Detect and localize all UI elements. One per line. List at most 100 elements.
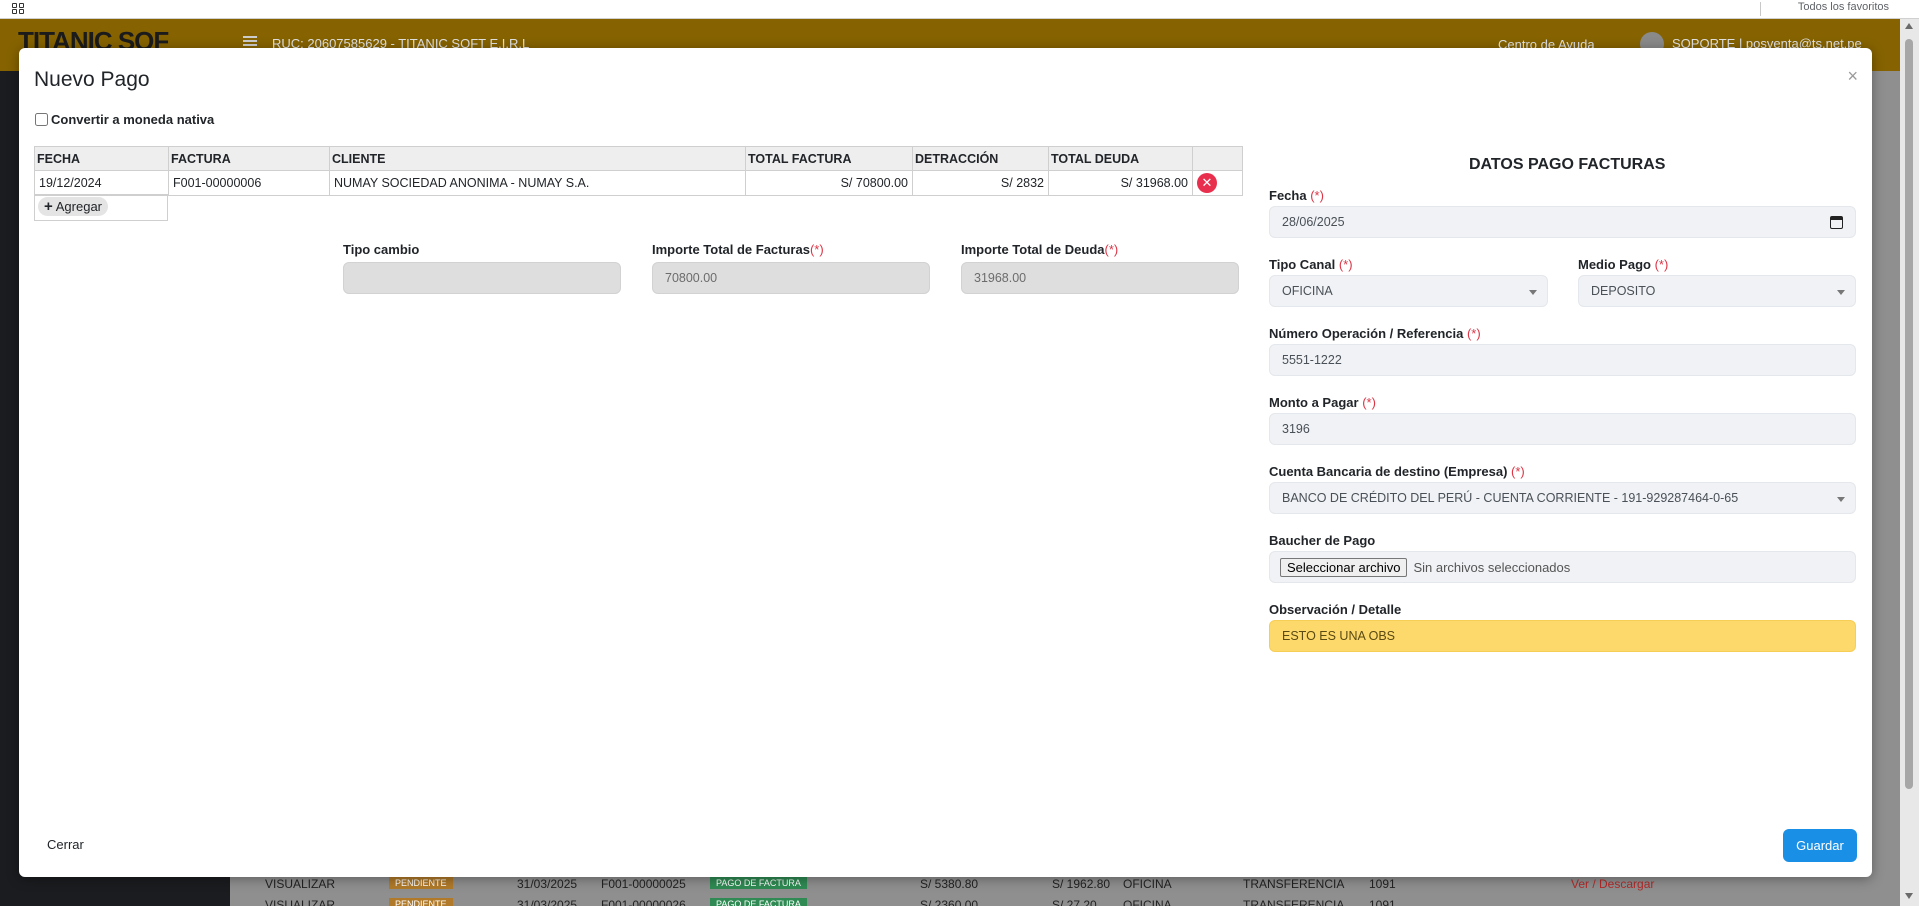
apps-grid-icon[interactable] [12,3,26,15]
calendar-icon[interactable] [1830,216,1843,229]
row-numero: 1091 [1369,877,1396,891]
type-badge: PAGO DE FACTURA [710,898,807,906]
new-payment-modal: Nuevo Pago × Convertir a moneda nativa F… [19,48,1872,877]
required-marker: (*) [1338,257,1353,272]
importe-facturas-label-text: Importe Total de Facturas [652,242,810,257]
col-fecha: FECHA [34,146,169,171]
required-marker: (*) [1310,188,1324,203]
remove-row-icon[interactable]: ✕ [1197,173,1217,193]
importe-facturas-field[interactable]: 70800.00 [652,262,930,294]
row-total: S/ 2360.00 [920,898,979,906]
numero-operacion-label: Número Operación / Referencia (*) [1269,326,1481,341]
row-fecha: 31/03/2025 [517,877,578,891]
baucher-label: Baucher de Pago [1269,533,1376,548]
modal-title: Nuevo Pago [34,68,150,91]
observacion-label: Observación / Detalle [1269,602,1402,617]
add-invoice-button[interactable]: + Agregar [38,197,109,216]
hamburger-menu-icon[interactable] [243,36,257,46]
tipo-canal-value: OFICINA [1282,284,1333,298]
tipo-cambio-label-text: Tipo cambio [343,242,420,257]
observacion-input[interactable]: ESTO ES UNA OBS [1269,620,1856,652]
row-total: S/ 5380.80 [920,877,979,891]
col-total-deuda: TOTAL DEUDA [1048,146,1193,171]
importe-deuda-label-text: Importe Total de Deuda [961,242,1105,257]
row-canal: OFICINA [1123,877,1172,891]
row-numero: 1091 [1369,898,1396,906]
medio-pago-value: DEPOSITO [1591,284,1656,298]
table-header-row: FECHA FACTURA CLIENTE TOTAL FACTURA DETR… [34,146,1243,171]
cuenta-select[interactable]: BANCO DE CRÉDITO DEL PERÚ - CUENTA CORRI… [1269,482,1856,514]
required-marker: (*) [809,242,824,257]
required-marker: (*) [1362,395,1376,410]
importe-deuda-label: Importe Total de Deuda(*) [961,242,1118,257]
cell-factura: F001-00000006 [168,170,330,196]
row-action-select[interactable]: VISUALIZAR [265,898,335,906]
baucher-file-input[interactable]: Seleccionar archivo Sin archivos selecci… [1269,551,1856,583]
chevron-down-icon [1529,290,1537,295]
medio-pago-label: Medio Pago (*) [1578,257,1668,272]
chevron-down-icon [1837,290,1845,295]
row-canal: OFICINA [1123,898,1172,906]
cell-cliente: NUMAY SOCIEDAD ANONIMA - NUMAY S.A. [329,170,746,196]
monto-input[interactable]: 3196 [1269,413,1856,445]
fecha-value: 28/06/2025 [1282,215,1345,229]
numero-operacion-label-text: Número Operación / Referencia [1269,326,1464,341]
fecha-label-text: Fecha [1269,188,1307,203]
col-actions [1192,146,1243,171]
table-row: VISUALIZAR PENDIENTE 31/03/2025 F001-000… [255,895,1695,906]
required-marker: (*) [1466,326,1481,341]
save-button[interactable]: Guardar [1783,829,1857,862]
invoices-table: FECHA FACTURA CLIENTE TOTAL FACTURA DETR… [34,146,1243,196]
row-fecha: 31/03/2025 [517,898,578,906]
col-cliente: CLIENTE [329,146,746,171]
row-medio: TRANSFERENCIA [1243,877,1345,891]
col-detraccion: DETRACCIÓN [912,146,1049,171]
importe-deuda-value: 31968.00 [974,271,1027,285]
native-currency-checkbox[interactable] [35,113,48,126]
medio-pago-select[interactable]: DEPOSITO [1578,275,1856,307]
status-badge: PENDIENTE [389,877,453,889]
tipo-canal-select[interactable]: OFICINA [1269,275,1548,307]
row-factura: F001-00000026 [601,898,686,906]
fecha-input[interactable]: 28/06/2025 [1269,206,1856,238]
scroll-down-arrow-icon[interactable] [1905,893,1913,899]
table-row: 19/12/2024 F001-00000006 NUMAY SOCIEDAD … [34,170,1243,196]
numero-operacion-input[interactable]: 5551-1222 [1269,344,1856,376]
importe-facturas-value: 70800.00 [665,271,718,285]
add-row-cell: + Agregar [34,194,168,221]
cell-total-factura: S/ 70800.00 [745,170,913,196]
cell-fecha: 19/12/2024 [34,170,169,196]
close-icon[interactable]: × [1847,66,1858,87]
medio-pago-label-text: Medio Pago [1578,257,1651,272]
scroll-thumb[interactable] [1905,39,1913,789]
required-marker: (*) [1654,257,1669,272]
row-detraccion: S/ 1962.80 [1052,877,1111,891]
type-badge: PAGO DE FACTURA [710,877,807,889]
row-detraccion: S/ 27.20 [1052,898,1097,906]
tipo-cambio-field[interactable] [343,262,621,294]
native-currency-checkbox-label[interactable]: Convertir a moneda nativa [35,112,214,127]
cuenta-label: Cuenta Bancaria de destino (Empresa) (*) [1269,464,1525,479]
monto-label: Monto a Pagar (*) [1269,395,1376,410]
cancel-button[interactable]: Cerrar [47,837,84,852]
choose-file-button[interactable]: Seleccionar archivo [1280,557,1408,577]
tipo-canal-label-text: Tipo Canal [1269,257,1336,272]
status-badge: PENDIENTE [389,898,453,906]
cell-total-deuda: S/ 31968.00 [1048,170,1193,196]
bookmark-separator [1760,2,1761,16]
plus-icon: + [44,197,53,215]
tipo-canal-label: Tipo Canal (*) [1269,257,1353,272]
add-invoice-label: Agregar [55,199,103,214]
row-action-select[interactable]: VISUALIZAR [265,877,335,891]
observacion-value: ESTO ES UNA OBS [1282,629,1396,643]
required-marker: (*) [1104,242,1119,257]
tipo-cambio-label: Tipo cambio [343,242,419,257]
required-marker: (*) [1511,464,1525,479]
importe-deuda-field[interactable]: 31968.00 [961,262,1239,294]
scroll-up-arrow-icon[interactable] [1905,23,1913,29]
monto-label-text: Monto a Pagar [1269,395,1359,410]
fecha-label: Fecha (*) [1269,188,1324,203]
all-bookmarks-link[interactable]: Todos los favoritos [1798,1,1889,13]
page-scrollbar[interactable] [1900,19,1919,906]
download-link[interactable]: Ver / Descargar [1571,877,1654,891]
